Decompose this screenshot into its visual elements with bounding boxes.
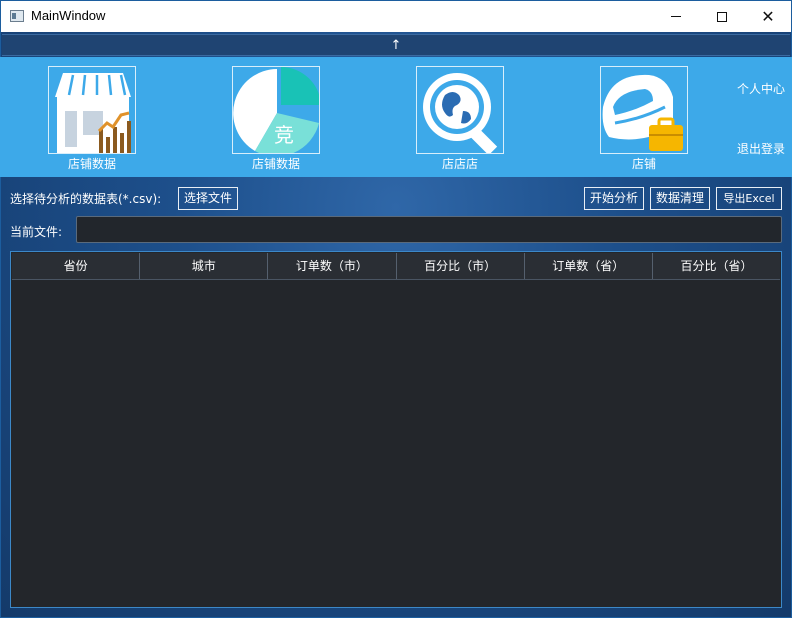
column-header-province-percent[interactable]: 百分比（省） xyxy=(653,253,780,279)
nav-tile-label: 店店店 xyxy=(441,157,478,171)
column-header-province-orders[interactable]: 订单数（省） xyxy=(525,253,653,279)
nav-panel: 店铺数据 竞 店铺数据 店店店 店铺 个人中心 退出登录 xyxy=(0,57,792,177)
nav-tile-store[interactable] xyxy=(600,66,688,154)
storefront-chart-icon xyxy=(55,73,131,153)
current-file-label: 当前文件: xyxy=(10,225,63,239)
close-button[interactable]: ✕ xyxy=(745,1,791,32)
window-title: MainWindow xyxy=(31,8,106,23)
personal-center-link[interactable]: 个人中心 xyxy=(737,80,785,97)
up-arrow-icon: ↑ xyxy=(390,38,402,53)
globe-search-icon xyxy=(423,73,498,153)
minimize-icon xyxy=(671,16,681,17)
data-cleaning-button[interactable]: 数据清理 xyxy=(650,187,710,210)
competitor-glyph: 竞 xyxy=(274,123,294,147)
current-file-field[interactable] xyxy=(76,216,782,243)
close-icon: ✕ xyxy=(761,6,775,26)
title-bar: MainWindow ✕ xyxy=(0,0,792,32)
nav-tile-competitor-data[interactable]: 竞 xyxy=(232,66,320,154)
start-analysis-button[interactable]: 开始分析 xyxy=(584,187,644,210)
column-header-city[interactable]: 城市 xyxy=(140,253,269,279)
nav-tile-global-search[interactable] xyxy=(416,66,504,154)
export-excel-button[interactable]: 导出Excel xyxy=(716,187,782,210)
nav-tile-store-data[interactable] xyxy=(48,66,136,154)
results-table[interactable]: 省份 城市 订单数（市） 百分比（市） 订单数（省） 百分比（省） xyxy=(10,251,782,608)
column-header-city-orders[interactable]: 订单数（市） xyxy=(268,253,397,279)
table-header: 省份 城市 订单数（市） 百分比（市） 订单数（省） 百分比（省） xyxy=(12,253,780,280)
nav-tile-label: 店铺数据 xyxy=(251,157,300,171)
app-window-icon xyxy=(10,10,24,22)
nav-tile-label: 店铺数据 xyxy=(67,157,116,171)
train-briefcase-icon xyxy=(602,74,683,151)
logout-link[interactable]: 退出登录 xyxy=(737,140,785,157)
select-file-prompt: 选择待分析的数据表(*.csv): xyxy=(10,192,162,206)
maximize-button[interactable] xyxy=(699,1,745,32)
choose-file-button[interactable]: 选择文件 xyxy=(178,187,238,210)
collapse-toggle-bar[interactable]: ↑ xyxy=(2,34,790,56)
column-header-province[interactable]: 省份 xyxy=(12,253,141,279)
nav-tile-label: 店铺 xyxy=(631,157,656,171)
minimize-button[interactable] xyxy=(653,1,699,32)
column-header-city-percent[interactable]: 百分比（市） xyxy=(397,253,525,279)
maximize-icon xyxy=(717,11,727,22)
